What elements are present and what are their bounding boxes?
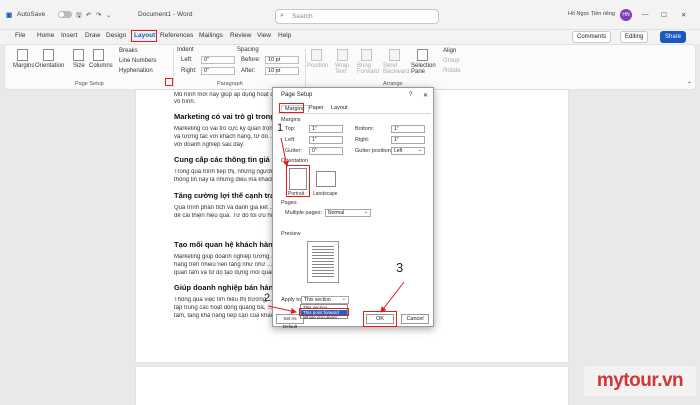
arrow-step-1 — [280, 137, 289, 167]
annotation-arrows — [267, 137, 405, 314]
arrow-step-3 — [380, 281, 405, 313]
step-2-label: 2 — [264, 292, 271, 304]
step-1-label: 1 — [277, 122, 284, 134]
mytour-logo: mytour.vn — [584, 366, 696, 396]
arrow-step-2 — [267, 305, 297, 314]
step-3-label: 3 — [396, 260, 404, 275]
